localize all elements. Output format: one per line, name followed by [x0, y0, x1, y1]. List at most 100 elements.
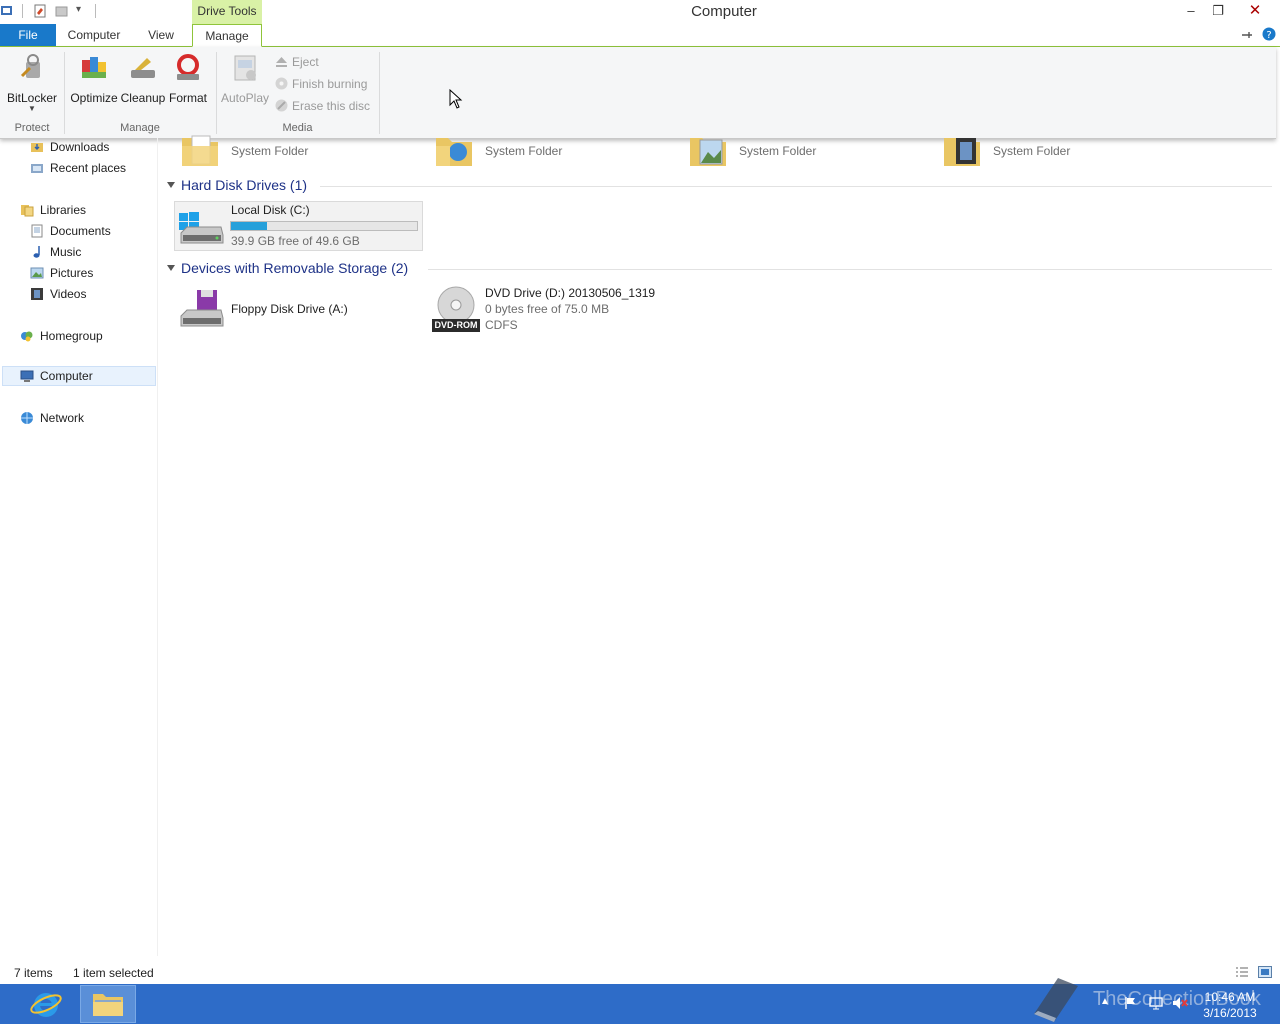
- volume-muted-icon[interactable]: [1172, 996, 1188, 1010]
- close-button[interactable]: ✕: [1234, 0, 1276, 22]
- action-center-flag-icon[interactable]: [1124, 996, 1138, 1010]
- eject-icon: [276, 57, 287, 67]
- nav-item-computer[interactable]: Computer: [20, 366, 93, 386]
- folder-subtitle: System Folder: [993, 144, 1071, 158]
- clock-date[interactable]: 3/16/2013: [1196, 1006, 1264, 1020]
- nav-label: Music: [50, 245, 82, 259]
- folder-subtitle: System Folder: [231, 144, 309, 158]
- group-header-hard-disk-drives[interactable]: Hard Disk Drives (1): [181, 177, 307, 193]
- nav-item-homegroup[interactable]: Homegroup: [20, 326, 103, 346]
- svg-text:?: ?: [1266, 30, 1271, 41]
- drive-name: Floppy Disk Drive (A:): [231, 302, 348, 316]
- downloads-folder-icon: [31, 143, 43, 152]
- my-pictures-folder-icon[interactable]: [688, 134, 728, 168]
- nav-label: Network: [40, 411, 85, 425]
- clock-time[interactable]: 10:46 AM: [1196, 990, 1264, 1004]
- cleanup-label: Cleanup: [120, 91, 166, 105]
- eject-label: Eject: [292, 55, 319, 69]
- tab-computer[interactable]: Computer: [58, 24, 130, 46]
- cleanup-button[interactable]: Cleanup: [120, 52, 166, 105]
- autoplay-button[interactable]: AutoPlay: [220, 52, 270, 105]
- drive-name: DVD Drive (D:) 20130506_1319: [485, 286, 656, 300]
- mouse-cursor-icon: [449, 89, 463, 109]
- my-documents-folder-icon[interactable]: [180, 134, 220, 168]
- bitlocker-key-icon: [20, 54, 40, 78]
- nav-label: Videos: [50, 287, 87, 301]
- nav-label: Computer: [40, 369, 93, 383]
- folder-subtitle: System Folder: [739, 144, 817, 158]
- window-title: Computer: [691, 3, 757, 20]
- pin-ribbon-icon[interactable]: [1240, 28, 1254, 42]
- internet-explorer-icon[interactable]: [28, 986, 64, 1022]
- network-icon: [21, 412, 33, 424]
- group-separator: [379, 52, 380, 134]
- drive-free-space: 0 bytes free of 75.0 MB: [485, 302, 610, 316]
- nav-label: Pictures: [50, 266, 94, 280]
- optimize-button[interactable]: Optimize: [68, 52, 120, 105]
- autoplay-icon: [234, 55, 256, 81]
- watermark-book-icon: [1034, 978, 1078, 1022]
- taskbar: [0, 984, 1280, 1024]
- nav-item-network[interactable]: Network: [20, 408, 84, 428]
- nav-label: Downloads: [50, 140, 110, 154]
- nav-item-recent-places[interactable]: Recent places: [30, 158, 126, 178]
- file-explorer-taskbar-button[interactable]: [80, 985, 136, 1023]
- restore-button[interactable]: ❐: [1203, 0, 1233, 22]
- collapse-triangle-icon[interactable]: [167, 182, 175, 188]
- finish-burning-icon: [275, 77, 288, 90]
- documents-icon: [31, 224, 43, 238]
- collapse-triangle-icon[interactable]: [167, 265, 175, 271]
- nav-label: Recent places: [50, 161, 127, 175]
- nav-label: Documents: [50, 224, 111, 238]
- group-header-removable-storage[interactable]: Devices with Removable Storage (2): [181, 260, 408, 276]
- status-selection: 1 item selected: [73, 966, 154, 980]
- network-tray-icon[interactable]: [1148, 996, 1164, 1010]
- group-divider: [428, 269, 1272, 270]
- erase-disc-icon: [275, 99, 288, 112]
- nav-item-videos[interactable]: Videos: [30, 284, 86, 304]
- drive-name: Local Disk (C:): [231, 203, 310, 217]
- dvd-rom-badge: DVD-ROM: [434, 320, 478, 330]
- erase-disc-label: Erase this disc: [292, 99, 371, 113]
- my-videos-folder-icon[interactable]: [942, 134, 982, 168]
- nav-item-pictures[interactable]: Pictures: [30, 263, 93, 283]
- windows-drive-icon: [179, 212, 224, 244]
- minimize-button[interactable]: –: [1176, 0, 1206, 22]
- floppy-disk-icon: [180, 290, 224, 327]
- tab-view[interactable]: View: [132, 24, 190, 46]
- drive-file-system: CDFS: [485, 318, 518, 332]
- group-label-media: Media: [282, 122, 313, 134]
- nav-label: Homegroup: [40, 329, 103, 343]
- show-hidden-icons-icon[interactable]: ▲: [1100, 996, 1110, 1007]
- finish-burning-button[interactable]: Finish burning: [275, 75, 367, 93]
- nav-item-downloads[interactable]: Downloads: [30, 137, 109, 157]
- format-label: Format: [168, 91, 207, 105]
- help-icon[interactable]: ?: [1262, 27, 1276, 41]
- nav-item-music[interactable]: Music: [30, 242, 81, 262]
- bitlocker-button[interactable]: BitLocker ▼: [4, 52, 60, 113]
- eject-button[interactable]: Eject: [275, 53, 319, 71]
- large-icons-view-icon[interactable]: [1258, 965, 1272, 979]
- group-label-manage: Manage: [120, 122, 160, 134]
- my-music-folder-icon[interactable]: [434, 134, 474, 168]
- drive-free-space: 39.9 GB free of 49.6 GB: [231, 234, 360, 248]
- music-note-icon: [33, 246, 40, 258]
- tab-file[interactable]: File: [0, 24, 56, 46]
- autoplay-label: AutoPlay: [220, 91, 270, 105]
- optimize-label: Optimize: [70, 91, 118, 105]
- chevron-down-icon: ▼: [28, 104, 36, 113]
- pictures-icon: [30, 267, 44, 279]
- status-item-count: 7 items: [14, 966, 53, 980]
- nav-item-documents[interactable]: Documents: [30, 221, 111, 241]
- erase-disc-button[interactable]: Erase this disc: [275, 97, 370, 115]
- recent-places-icon: [31, 164, 43, 173]
- nav-pane-divider: [157, 138, 158, 956]
- computer-icon: [20, 370, 34, 382]
- folder-subtitle: System Folder: [485, 144, 563, 158]
- format-button[interactable]: Format: [166, 52, 210, 105]
- nav-item-libraries[interactable]: Libraries: [20, 200, 86, 220]
- group-divider: [320, 186, 1272, 187]
- details-view-icon[interactable]: [1235, 966, 1249, 978]
- videos-film-icon: [31, 288, 43, 300]
- tab-manage[interactable]: Manage: [192, 24, 262, 47]
